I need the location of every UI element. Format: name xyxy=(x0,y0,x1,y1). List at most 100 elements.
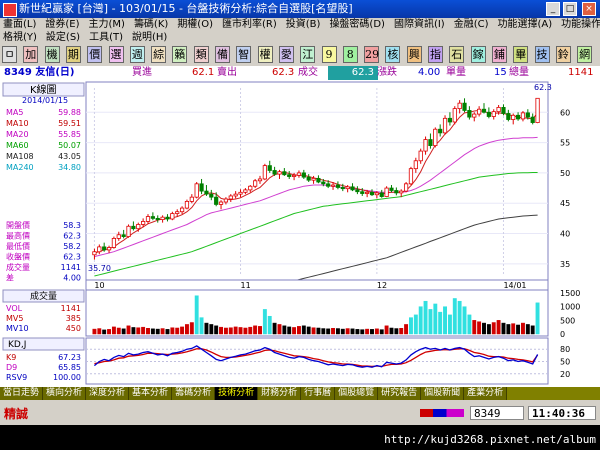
toolbar-button-4[interactable]: 價 xyxy=(87,46,103,63)
volume-bar xyxy=(277,324,282,335)
volume-panel-title: 成交量 xyxy=(30,290,57,302)
toolbar-button-22[interactable]: 鎵 xyxy=(470,46,486,63)
technical-chart[interactable]: K線圖 2014/01/15 MA5 59.88 MA10 59.51 MA20 55.8… xyxy=(0,80,600,387)
volume-bar xyxy=(452,298,457,335)
volume-bar xyxy=(223,327,228,335)
maximize-button[interactable]: □ xyxy=(563,2,577,16)
tab-11[interactable]: 產業分析 xyxy=(464,387,508,400)
toolbar-button-11[interactable]: 智 xyxy=(236,46,252,63)
candle-body xyxy=(228,195,233,200)
toolbar-button-21[interactable]: 石 xyxy=(449,46,465,63)
menu-item-secondary-0[interactable]: 格視(Y) xyxy=(3,31,43,44)
volume-bar xyxy=(253,325,258,335)
toolbar-button-10[interactable]: 備 xyxy=(215,46,230,63)
candle-body xyxy=(111,237,117,248)
toolbar-button-17[interactable]: 29 xyxy=(364,46,380,63)
candle-body xyxy=(257,178,263,182)
menu-item-2[interactable]: 主力(M) xyxy=(89,18,131,31)
legend-quote-name: 最高價 xyxy=(6,231,30,241)
toolbar-button-12[interactable]: 權 xyxy=(257,46,273,63)
candle-body xyxy=(150,216,155,219)
toolbar-button-16[interactable]: 8 xyxy=(342,46,358,63)
tab-10[interactable]: 個股新聞 xyxy=(421,387,465,400)
status-stock-code[interactable]: 8349 xyxy=(470,406,524,420)
toolbar-button-19[interactable]: 興 xyxy=(406,46,422,63)
candle-body xyxy=(243,189,248,193)
menu-item-8[interactable]: 國際資訊(I) xyxy=(394,18,451,31)
tab-2[interactable]: 深度分析 xyxy=(86,387,130,400)
toolbar-button-20[interactable]: 指 xyxy=(428,46,443,63)
toolbar-button-1[interactable]: 加 xyxy=(23,46,39,63)
tab-4[interactable]: 籌碼分析 xyxy=(172,387,216,400)
toolbar-button-26[interactable]: 鈴 xyxy=(555,46,571,63)
tab-8[interactable]: 個股總覽 xyxy=(335,387,379,400)
toolbar-button-7[interactable]: 綜 xyxy=(151,46,167,63)
tab-3[interactable]: 基本分析 xyxy=(129,387,173,400)
menu-item-secondary-2[interactable]: 工具(T) xyxy=(89,31,129,44)
candle-body xyxy=(267,165,272,171)
month-label: 11 xyxy=(241,281,251,290)
candle-body xyxy=(126,225,131,237)
candle-body xyxy=(403,183,409,192)
menu-item-10[interactable]: 功能選擇(A) xyxy=(498,18,559,31)
candle-body xyxy=(175,211,180,214)
volume-legend-name: MV10 xyxy=(6,324,29,333)
menu-item-5[interactable]: 匯市利率(R) xyxy=(222,18,283,31)
menu-item-4[interactable]: 期權(O) xyxy=(177,18,219,31)
menu-item-secondary-3[interactable]: 說明(H) xyxy=(132,31,173,44)
volume-bar xyxy=(409,317,413,335)
toolbar-button-0[interactable]: ㅁ xyxy=(2,46,17,63)
sell-value: 62.3 xyxy=(272,67,295,78)
volume-bar xyxy=(374,328,379,335)
toolbar-button-27[interactable]: 網 xyxy=(577,46,593,63)
tab-1[interactable]: 橫向分析 xyxy=(43,387,87,400)
tab-0[interactable]: 當日走勢 xyxy=(0,387,44,400)
candle-body xyxy=(155,217,160,221)
toolbar-button-13[interactable]: 愛 xyxy=(278,46,294,63)
volume-tick-label: 1000 xyxy=(560,303,580,312)
toolbar-button-24[interactable]: 畢 xyxy=(513,46,529,63)
tab-5[interactable]: 技術分析 xyxy=(215,387,259,400)
volume-bar xyxy=(136,327,141,335)
menu-item-secondary-1[interactable]: 設定(S) xyxy=(46,31,86,44)
toolbar-button-5[interactable]: 選 xyxy=(108,46,124,63)
close-button[interactable]: × xyxy=(582,2,596,16)
toolbar-button-8[interactable]: 籟 xyxy=(172,46,188,63)
toolbar-button-9[interactable]: 類 xyxy=(193,46,209,63)
menu-item-3[interactable]: 籌碼(K) xyxy=(134,18,174,31)
toolbar-button-14[interactable]: 江 xyxy=(300,46,316,63)
menu-item-6[interactable]: 投資(B) xyxy=(286,18,327,31)
volume-bar xyxy=(335,328,340,335)
toolbar-button-15[interactable]: 9 xyxy=(321,46,337,63)
change-label: 漲跌 xyxy=(377,67,397,78)
toolbar-button-2[interactable]: 機 xyxy=(44,46,60,63)
legend-quote-name: 最低價 xyxy=(6,241,30,251)
candle-body xyxy=(306,176,311,181)
menu-item-1[interactable]: 證券(E) xyxy=(45,18,85,31)
volume-bar xyxy=(404,324,409,335)
candle-body xyxy=(296,172,302,176)
candle-body xyxy=(355,189,360,193)
tab-6[interactable]: 財務分析 xyxy=(258,387,302,400)
tab-9[interactable]: 研究報告 xyxy=(378,387,422,400)
candle-body xyxy=(291,174,297,177)
window-title: 新世紀贏家 [台灣] - 103/01/15 - 台盤技術分析:綜合自選股[名望… xyxy=(19,2,353,15)
toolbar-button-25[interactable]: 技 xyxy=(534,46,550,63)
chart-area[interactable]: K線圖 2014/01/15 MA5 59.88 MA10 59.51 MA20 55.8… xyxy=(0,80,600,387)
month-label: 12 xyxy=(377,281,387,290)
stock-name[interactable]: 8349 友信(日) xyxy=(4,66,74,80)
menu-item-11[interactable]: 功能操作(F) xyxy=(561,18,600,31)
toolbar-button-18[interactable]: 核 xyxy=(385,46,401,63)
toolbar-button-6[interactable]: 週 xyxy=(129,46,145,63)
deal-label: 成交 xyxy=(298,67,318,78)
tab-7[interactable]: 行事曆 xyxy=(301,387,336,400)
candle-body xyxy=(218,201,224,205)
menu-item-0[interactable]: 畫面(L) xyxy=(3,18,42,31)
toolbar-button-3[interactable]: 期 xyxy=(65,46,81,63)
toolbar-button-23[interactable]: 鋪 xyxy=(491,46,507,63)
menu-item-7[interactable]: 操盤密碼(D) xyxy=(329,18,391,31)
minimize-button[interactable]: _ xyxy=(546,2,560,16)
analysis-tab-bar: 當日走勢 橫向分析 深度分析 基本分析 籌碼分析 技術分析 財務分析 行事曆 個股總覽 研究報告個… xyxy=(0,387,600,400)
menu-item-9[interactable]: 金融(C) xyxy=(454,18,495,31)
kd-legend-name: RSV9 xyxy=(6,373,27,382)
